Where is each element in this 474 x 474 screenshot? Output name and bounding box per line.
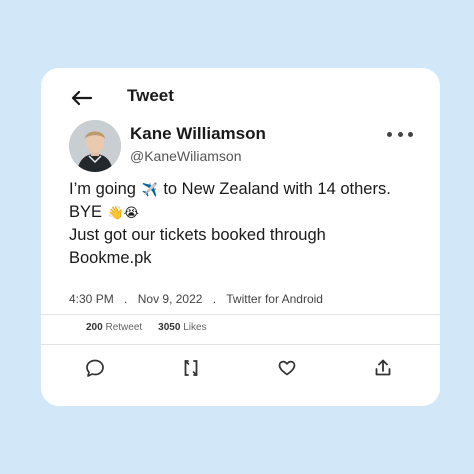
share-button[interactable] — [371, 356, 395, 380]
tweet-header: Tweet — [41, 68, 440, 124]
retweets-stat[interactable]: 200 Retweet — [86, 322, 142, 333]
more-dot-icon — [387, 131, 392, 137]
share-icon — [375, 359, 391, 376]
more-dot-icon — [397, 131, 403, 137]
divider — [41, 314, 440, 315]
retweets-label: Retweet — [105, 322, 143, 333]
meta-separator: . — [212, 292, 217, 306]
tweet-time: 4:30 PM — [69, 292, 114, 306]
likes-label: Likes — [183, 322, 207, 333]
more-options-button[interactable] — [387, 126, 413, 142]
avatar[interactable] — [69, 120, 121, 172]
likes-stat[interactable]: 3050 Likes — [158, 322, 206, 333]
tweet-source[interactable]: Twitter for Android — [226, 292, 323, 306]
reply-button[interactable] — [83, 356, 107, 380]
tweet-meta: 4:30 PM . Nov 9, 2022 . Twitter for Andr… — [69, 292, 323, 306]
tweet-date: Nov 9, 2022 — [137, 292, 203, 306]
tweet-text-segment: Bookme.pk — [69, 249, 152, 268]
tweet-text: I’m going ✈️ to New Zealand with 14 othe… — [69, 178, 429, 270]
retweet-icon — [184, 360, 198, 376]
retweets-count: 200 — [86, 322, 103, 333]
like-icon — [278, 360, 296, 376]
divider — [41, 344, 440, 345]
avatar-image — [69, 120, 121, 172]
tweet-text-segment: to New Zealand with 14 others. — [163, 180, 391, 198]
tweet-text-segment: BYE — [69, 203, 103, 222]
wave-crying-emoji: 👋😭 — [107, 205, 140, 221]
reply-icon — [86, 359, 104, 377]
meta-separator: . — [124, 292, 128, 306]
action-bar — [41, 356, 440, 382]
like-button[interactable] — [275, 356, 299, 380]
page-title: Tweet — [127, 86, 174, 105]
tweet-stats: 200 Retweet 3050 Likes — [86, 322, 207, 333]
more-dot-icon — [408, 131, 413, 137]
author-name[interactable]: Kane Williamson — [130, 124, 266, 144]
author-handle[interactable]: @KaneWiliamson — [130, 148, 241, 164]
tweet-text-segment: Just got our tickets booked through — [69, 226, 326, 245]
likes-count: 3050 — [158, 322, 181, 333]
arrow-left-icon — [71, 90, 92, 106]
back-button[interactable] — [67, 84, 95, 112]
tweet-text-segment: I’m going — [69, 180, 136, 198]
tweet-card: Tweet Kane Williamson @KaneWiliamson I’m… — [41, 68, 440, 406]
retweet-button[interactable] — [179, 356, 203, 380]
airplane-emoji: ✈️ — [141, 182, 158, 198]
